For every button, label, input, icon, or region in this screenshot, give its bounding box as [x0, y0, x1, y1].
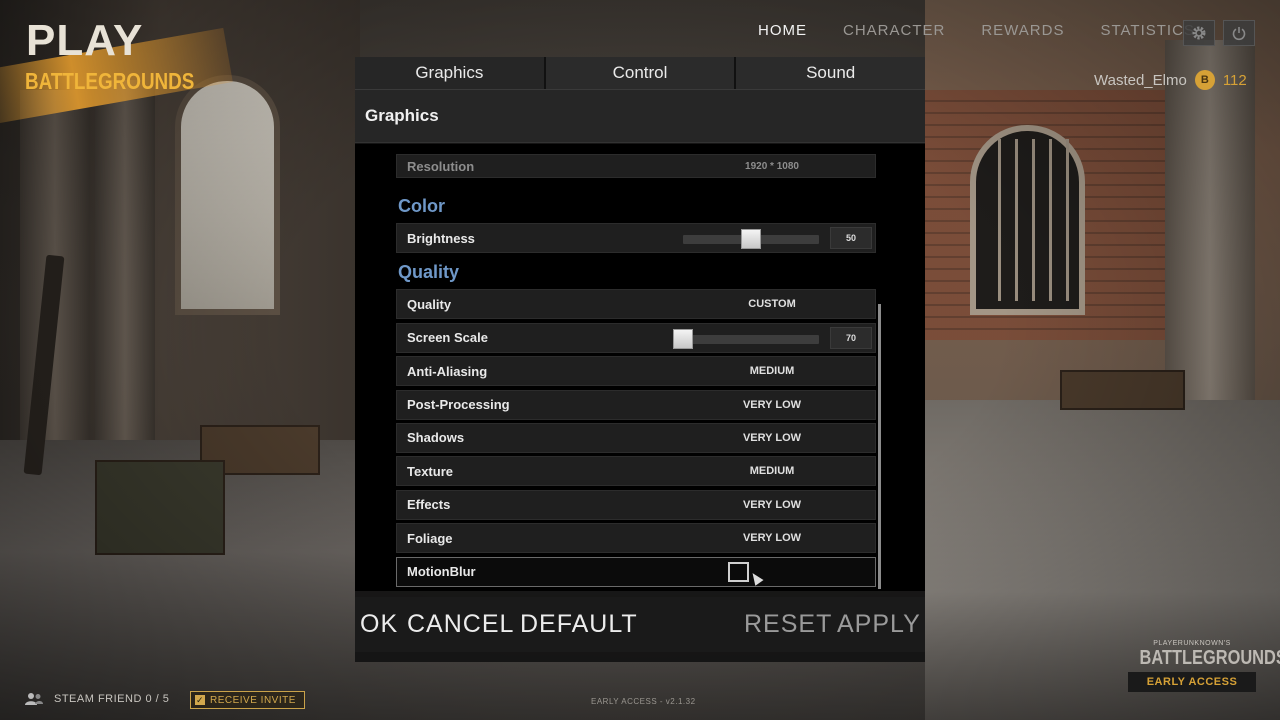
nav-rewards[interactable]: REWARDS	[963, 22, 1082, 39]
screen-scale-slider[interactable]	[673, 328, 819, 349]
bp-value: 112	[1222, 71, 1247, 89]
receive-invite-label: RECEIVE INVITE	[210, 694, 296, 706]
tab-control[interactable]: Control	[545, 57, 737, 89]
setting-label: MotionBlur	[407, 564, 476, 580]
setting-label: Texture	[407, 463, 453, 479]
exit-button[interactable]	[1223, 20, 1255, 46]
settings-button[interactable]	[1183, 20, 1215, 46]
game-logo: PLAY BATTLEGROUNDS	[0, 0, 233, 128]
setting-value: CUSTOM	[748, 298, 796, 311]
cancel-button[interactable]: CANCEL	[407, 610, 514, 639]
setting-value: MEDIUM	[749, 365, 795, 378]
default-button[interactable]: DEFAULT	[520, 610, 638, 639]
bottom-bar: STEAM FRIEND 0 / 5 ✓ RECEIVE INVITE EARL…	[0, 688, 1280, 720]
setting-label: Shadows	[407, 430, 465, 446]
settings-panel: Graphics Control Sound Graphics Resoluti…	[355, 57, 926, 662]
setting-value: MEDIUM	[749, 465, 795, 478]
setting-row-post-processing[interactable]: Post-Processing VERY LOW	[396, 389, 876, 420]
setting-row-foliage[interactable]: Foliage VERY LOW	[396, 523, 876, 554]
nav-character[interactable]: CHARACTER	[825, 22, 963, 39]
gear-icon	[1192, 26, 1206, 40]
setting-label: Anti-Aliasing	[407, 363, 488, 379]
check-icon: ✓	[195, 694, 205, 705]
setting-label: Brightness	[407, 230, 475, 246]
receive-invite-toggle[interactable]: ✓ RECEIVE INVITE	[190, 691, 305, 709]
setting-label: Effects	[407, 497, 451, 513]
nav-home[interactable]: HOME	[740, 22, 825, 39]
logo-battlegrounds-text: BATTLEGROUNDS	[25, 68, 195, 94]
setting-row-resolution[interactable]: Resolution 1920 * 1080	[396, 154, 876, 178]
group-title-quality: Quality	[398, 262, 460, 283]
power-icon	[1232, 27, 1246, 41]
setting-label: Screen Scale	[407, 330, 488, 346]
settings-list[interactable]: Resolution 1920 * 1080 Color Brightness …	[355, 144, 925, 591]
setting-value: VERY LOW	[742, 498, 802, 511]
brand-small-text: PLAYERUNKNOWN'S	[1153, 640, 1231, 647]
settings-action-bar: OK CANCEL DEFAULT RESET APPLY	[355, 597, 925, 652]
brand-title: BATTLEGROUNDS	[1139, 647, 1280, 669]
friends-icon	[25, 693, 43, 705]
early-access-badge: EARLY ACCESS	[1128, 672, 1256, 692]
settings-scrollbar[interactable]	[878, 304, 881, 589]
setting-value: VERY LOW	[742, 431, 802, 444]
setting-value: 1920 * 1080	[745, 160, 799, 172]
setting-row-motion-blur[interactable]: MotionBlur	[396, 556, 876, 587]
motion-blur-checkbox[interactable]	[728, 561, 749, 582]
mouse-cursor-icon	[748, 569, 764, 586]
slider-value-box[interactable]: 50	[830, 227, 872, 249]
brightness-slider[interactable]	[683, 229, 819, 249]
brand-badge: PLAYERUNKNOWN'S BATTLEGROUNDS EARLY ACCE…	[1128, 640, 1280, 692]
setting-value: VERY LOW	[742, 532, 802, 545]
setting-label: Post-Processing	[407, 397, 510, 413]
setting-row-texture[interactable]: Texture MEDIUM	[396, 456, 876, 487]
setting-row-brightness: Brightness 50	[396, 223, 876, 253]
slider-thumb[interactable]	[673, 328, 693, 349]
steam-friends-button[interactable]: STEAM FRIEND 0 / 5	[24, 692, 169, 706]
username: Wasted_Elmo	[1094, 71, 1187, 89]
reset-button[interactable]: RESET	[744, 610, 832, 639]
setting-row-effects[interactable]: Effects VERY LOW	[396, 489, 876, 520]
settings-tabs: Graphics Control Sound	[355, 57, 926, 90]
top-icon-group	[1183, 20, 1255, 46]
setting-row-screen-scale: Screen Scale 70	[396, 322, 876, 353]
setting-value: VERY LOW	[742, 398, 802, 411]
section-title: Graphics	[355, 90, 925, 143]
version-label: EARLY ACCESS - v2.1.32	[591, 697, 696, 706]
apply-button[interactable]: APPLY	[837, 610, 921, 639]
tab-graphics[interactable]: Graphics	[355, 57, 546, 89]
logo-play-text: PLAY	[26, 16, 144, 65]
setting-row-shadows[interactable]: Shadows VERY LOW	[396, 422, 876, 453]
bp-coin-icon: B	[1194, 70, 1215, 90]
group-title-color: Color	[398, 196, 445, 216]
slider-value-box[interactable]: 70	[830, 326, 872, 349]
setting-label: Quality	[407, 296, 452, 312]
user-info: Wasted_Elmo B 112	[1094, 70, 1247, 90]
settings-rows: Resolution 1920 * 1080 Color Brightness …	[396, 154, 876, 590]
slider-thumb[interactable]	[741, 229, 761, 249]
ok-button[interactable]: OK	[360, 610, 398, 639]
setting-row-anti-aliasing[interactable]: Anti-Aliasing MEDIUM	[396, 356, 876, 387]
setting-label: Resolution	[407, 158, 475, 174]
tab-sound[interactable]: Sound	[736, 57, 926, 89]
setting-row-quality[interactable]: Quality CUSTOM	[396, 289, 876, 320]
setting-label: Foliage	[407, 530, 453, 546]
friends-count-label: STEAM FRIEND 0 / 5	[54, 693, 170, 705]
top-nav: HOME CHARACTER REWARDS STATISTICS	[740, 22, 1213, 39]
